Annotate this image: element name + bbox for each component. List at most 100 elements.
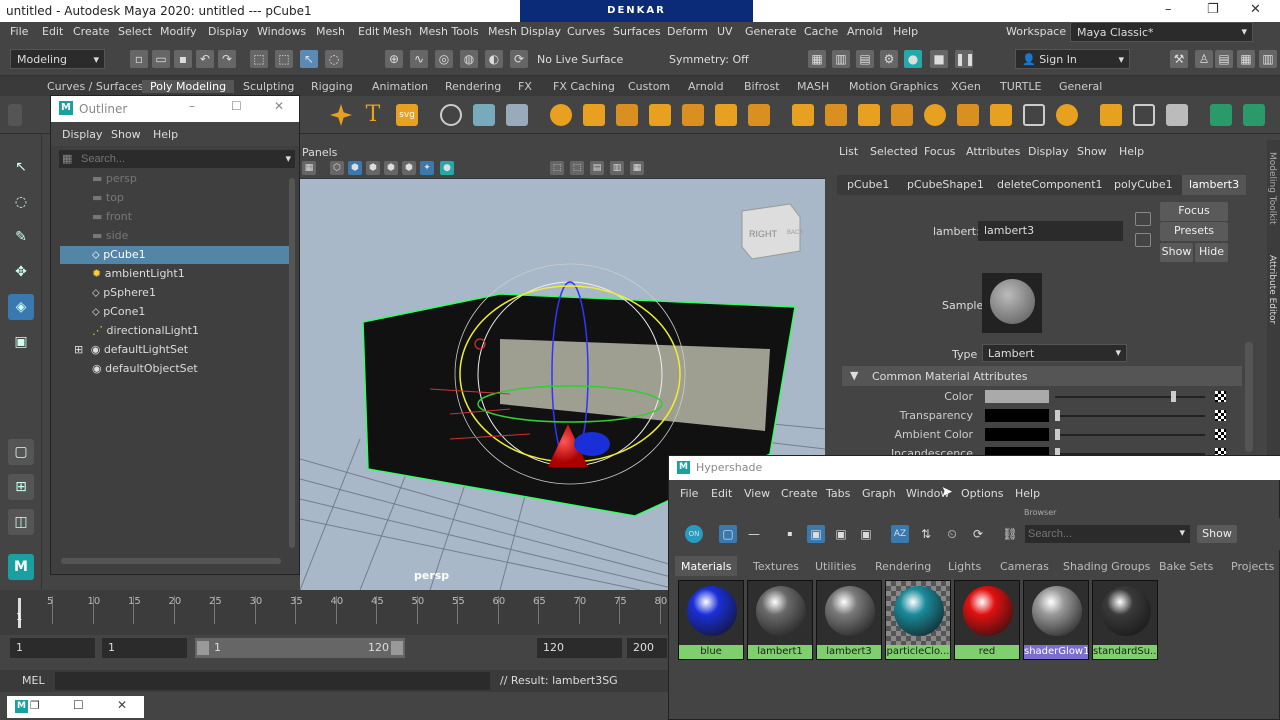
select-hierarchy-icon[interactable]: ⬚ (250, 50, 268, 68)
snap-grid-icon[interactable]: ⊕ (385, 50, 403, 68)
view-cube[interactable]: RIGHT BACK (741, 203, 803, 260)
select-object-icon[interactable]: ⬚ (275, 50, 293, 68)
minimize-icon[interactable]: – (1165, 2, 1172, 17)
outliner-menu-display[interactable]: Display (62, 128, 103, 141)
outliner-item-defaultlightset[interactable]: ⊞ ◉ defaultLightSet (60, 341, 290, 359)
menu-modify[interactable]: Modify (160, 25, 196, 38)
outliner-item-persp[interactable]: ▬ persp (60, 170, 290, 188)
mode-dropdown[interactable]: Modeling ▾ (10, 49, 105, 69)
open-scene-icon[interactable]: ▭ (152, 50, 170, 68)
shelf-custom-icon[interactable] (1243, 104, 1265, 126)
refresh-icon[interactable]: ⟳ (969, 525, 987, 543)
hs-menu-create[interactable]: Create (781, 487, 818, 500)
sphere-object[interactable] (574, 432, 610, 456)
wireframe-on-shaded-icon[interactable]: ⬢ (366, 161, 380, 175)
lambert-name-field[interactable]: lambert3 (978, 221, 1123, 241)
medium-swatch-icon[interactable]: ▣ (807, 525, 825, 543)
hs-menu-help[interactable]: Help (1015, 487, 1040, 500)
attr-scrollbar[interactable] (1245, 342, 1253, 452)
shelf-tab-fx-caching[interactable]: FX Caching (553, 80, 615, 93)
attr-menu-focus[interactable]: Focus (924, 145, 955, 158)
unlink-icon[interactable]: ⛓ (1001, 525, 1019, 543)
append-icon[interactable] (858, 104, 880, 126)
grid-tool-icon[interactable] (506, 104, 528, 126)
paint-select-icon[interactable]: ✎ (8, 224, 34, 250)
outliner-item-directionallight1[interactable]: ⋰ directionalLight1 (60, 322, 290, 340)
select-tool-icon[interactable]: ↖ (8, 154, 34, 180)
uv-editor-icon[interactable] (1133, 104, 1155, 126)
new-scene-icon[interactable]: ▫ (130, 50, 148, 68)
snap-live-icon[interactable]: ⟳ (510, 50, 528, 68)
bevel-icon[interactable] (825, 104, 847, 126)
end-frame-field[interactable]: 200 (627, 638, 667, 658)
menu-display[interactable]: Display (208, 25, 249, 38)
snap-curve-icon[interactable]: ∿ (410, 50, 428, 68)
hs-tab-shading-groups[interactable]: Shading Groups (1063, 560, 1150, 573)
outliner-item-psphere1[interactable]: ⬦ pSphere1 (60, 284, 290, 302)
render-icon[interactable]: ▦ (808, 50, 826, 68)
attr-slider-track[interactable] (1055, 396, 1205, 398)
modeling-toolkit-icon[interactable]: ⚒ (1170, 50, 1188, 68)
range-start-handle[interactable] (197, 641, 209, 655)
focus-button[interactable]: Focus (1160, 202, 1228, 221)
rotate-tool-icon[interactable]: ◈ (8, 294, 34, 320)
outliner-search-input[interactable] (81, 151, 271, 167)
attr-color-swatch[interactable] (985, 390, 1049, 403)
attr-tab-lambert3[interactable]: lambert3 (1182, 175, 1247, 195)
svg-tool-icon[interactable]: svg (396, 104, 418, 126)
material-swatch[interactable]: standardSu... (1092, 580, 1158, 660)
input-connections-icon[interactable] (1135, 212, 1151, 226)
restore-icon[interactable]: ❐ (30, 699, 40, 712)
hs-tab-projects[interactable]: Projects (1231, 560, 1274, 573)
outliner-horizontal-scrollbar[interactable] (61, 558, 281, 564)
expand-icon[interactable]: ⊞ (74, 343, 87, 356)
outliner-item-pcone1[interactable]: ⬦ pCone1 (60, 303, 290, 321)
hypershade-title-bar[interactable]: M Hypershade (669, 456, 1280, 480)
shelf-tab-sculpting[interactable]: Sculpting (243, 80, 294, 93)
camera-attr-icon[interactable]: ▦ (302, 161, 316, 175)
render-view-icon[interactable]: ▥ (832, 50, 850, 68)
lasso-icon[interactable]: ◌ (325, 50, 343, 68)
shelf-tab-poly-modeling[interactable]: Poly Modeling (142, 80, 235, 93)
hs-menu-graph[interactable]: Graph (862, 487, 896, 500)
grid-toggle-icon[interactable]: ▤ (590, 161, 604, 175)
shelf-tab-curves-surfaces[interactable]: Curves / Surfaces (47, 80, 144, 93)
snap-point-icon[interactable]: ◎ (435, 50, 453, 68)
maximize-icon[interactable]: ☐ (231, 99, 242, 113)
command-input[interactable] (55, 672, 490, 690)
outliner-item-top[interactable]: ▬ top (60, 189, 290, 207)
menu-uv[interactable]: UV (717, 25, 733, 38)
attr-menu-show[interactable]: Show (1077, 145, 1107, 158)
material-swatch[interactable]: blue (678, 580, 744, 660)
lasso-tool-icon[interactable]: ◌ (8, 189, 34, 215)
attr-color-swatch[interactable] (985, 428, 1049, 441)
undo-icon[interactable]: ↶ (196, 50, 214, 68)
type-dropdown[interactable]: Lambert ▾ (982, 344, 1127, 362)
redo-icon[interactable]: ↷ (218, 50, 236, 68)
hs-search-input[interactable] (1028, 526, 1168, 542)
range-slider-bar[interactable]: 1 120 (195, 638, 405, 658)
isolate-icon[interactable]: ● (440, 161, 454, 175)
lights-icon[interactable]: ⬢ (402, 161, 416, 175)
wireframe-icon[interactable]: ⬡ (330, 161, 344, 175)
hs-tab-materials[interactable]: Materials (675, 556, 738, 576)
shelf-tab-arnold[interactable]: Arnold (688, 80, 724, 93)
attr-tab-pcubeshape1[interactable]: pCubeShape1 (907, 178, 984, 191)
map-button-icon[interactable] (1215, 429, 1226, 440)
attr-slider-track[interactable] (1055, 415, 1205, 417)
minimize-icon[interactable]: – (189, 99, 195, 113)
layout-single-icon[interactable]: ▢ (8, 439, 34, 465)
menu-mesh-display[interactable]: Mesh Display (488, 25, 561, 38)
minimized-window[interactable]: M ❐ ☐ ✕ (7, 696, 144, 718)
hs-tab-lights[interactable]: Lights (948, 560, 981, 573)
presets-button[interactable]: Presets (1160, 222, 1228, 241)
start-frame-field[interactable]: 1 (10, 638, 95, 658)
playback-stop-icon[interactable]: ■ (930, 50, 948, 68)
side-tab-attribute-editor[interactable]: Attribute Editor (1267, 255, 1277, 324)
hs-menu-options[interactable]: Options (961, 487, 1003, 500)
multi-cut-icon[interactable] (924, 104, 946, 126)
outliner-item-front[interactable]: ▬ front (60, 208, 290, 226)
material-swatch[interactable]: lambert1 (747, 580, 813, 660)
attr-slider-handle[interactable] (1055, 410, 1060, 421)
extract-icon[interactable] (616, 104, 638, 126)
